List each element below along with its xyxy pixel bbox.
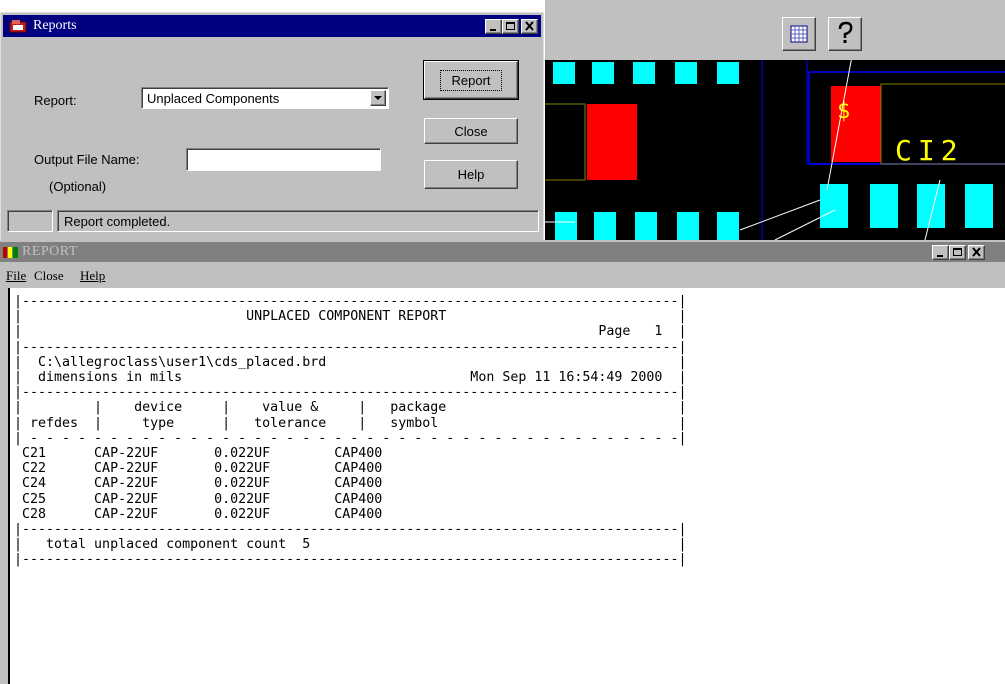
report-column-headers: | | device | value & | package | xyxy=(14,400,687,416)
report-label: Report: xyxy=(34,93,77,108)
report-rule: |---------------------------------------… xyxy=(14,552,687,568)
close-icon xyxy=(972,247,981,257)
table-row: C28 CAP-22UF 0.022UF CAP400 xyxy=(22,506,383,522)
reports-app-icon xyxy=(9,20,27,33)
pad xyxy=(917,184,945,228)
grid-icon xyxy=(790,25,808,43)
report-rule: |---------------------------------------… xyxy=(14,522,687,538)
report-file-path: | C:\allegroclass\user1\cds_placed.brd | xyxy=(14,354,687,370)
pad-red xyxy=(587,104,637,180)
report-text-area[interactable]: |---------------------------------------… xyxy=(8,288,1005,684)
help-question-icon xyxy=(838,21,853,43)
menu-help[interactable]: Help xyxy=(80,268,105,284)
minimize-icon xyxy=(490,29,496,31)
pad xyxy=(870,184,898,228)
grid-button[interactable] xyxy=(782,17,816,51)
report-minimize-button[interactable] xyxy=(932,245,949,260)
silkscreen-label: CI2 xyxy=(895,134,964,167)
output-file-label: Output File Name: xyxy=(34,152,140,167)
report-units-date: | dimensions in mils Mon Sep 11 16:54:49… xyxy=(14,370,687,386)
pad xyxy=(555,212,577,240)
pcb-canvas[interactable]: $ CI2 xyxy=(545,60,1005,240)
reports-dialog: Reports Report: Unplaced Components Outp… xyxy=(0,12,544,242)
reports-titlebar[interactable]: Reports xyxy=(3,15,541,37)
report-title: | UNPLACED COMPONENT REPORT | xyxy=(14,309,687,325)
status-message-box: Report completed. xyxy=(57,210,539,232)
report-close-button[interactable] xyxy=(968,245,985,260)
menu-help-label: Help xyxy=(80,268,106,283)
table-row: C25 CAP-22UF 0.022UF CAP400 xyxy=(22,491,383,507)
minimize-button[interactable] xyxy=(485,19,502,34)
pad xyxy=(820,184,848,228)
pad xyxy=(965,184,993,228)
close-button-label: Close xyxy=(454,123,488,139)
pcb-drawing: $ CI2 xyxy=(545,60,1005,240)
maximize-icon xyxy=(953,248,962,256)
pad xyxy=(677,212,699,240)
report-rule: |---------------------------------------… xyxy=(14,339,687,355)
report-total: | total unplaced component count 5 | xyxy=(14,537,687,553)
report-rule: | - - - - - - - - - - - - - - - - - - - … xyxy=(14,430,687,446)
report-window-title: REPORT xyxy=(22,244,78,259)
pad xyxy=(675,62,697,84)
close-icon xyxy=(525,21,534,31)
pcb-view: $ CI2 xyxy=(545,0,1005,240)
reports-title: Reports xyxy=(33,18,77,33)
pad-red xyxy=(831,86,881,162)
report-window: REPORT File Close Help |----------------… xyxy=(0,240,1005,684)
report-button[interactable]: Report xyxy=(423,60,519,100)
close-window-button[interactable] xyxy=(521,19,538,34)
report-titlebar[interactable]: REPORT xyxy=(0,242,1005,262)
pad xyxy=(717,212,739,240)
pad xyxy=(633,62,655,84)
report-content: |---------------------------------------… xyxy=(14,294,686,568)
maximize-button[interactable] xyxy=(502,19,519,34)
pad xyxy=(592,62,614,84)
pad xyxy=(553,62,575,84)
output-file-input[interactable] xyxy=(186,148,381,171)
menu-file[interactable]: File xyxy=(6,268,26,284)
report-column-headers: | refdes | type | tolerance | symbol | xyxy=(14,415,687,431)
report-menu-bar: File Close Help xyxy=(0,264,1005,286)
status-message: Report completed. xyxy=(64,214,171,229)
report-rule: |---------------------------------------… xyxy=(14,385,687,401)
pad xyxy=(635,212,657,240)
dropdown-button[interactable] xyxy=(370,90,386,106)
report-type-select[interactable]: Unplaced Components xyxy=(141,87,389,109)
help-button-label: Help xyxy=(457,167,485,182)
report-button-label: Report xyxy=(440,69,502,91)
close-button[interactable]: Close xyxy=(424,118,518,144)
help-tool-button[interactable] xyxy=(828,17,862,51)
pad xyxy=(717,62,739,84)
chevron-down-icon xyxy=(374,96,382,100)
report-app-icon xyxy=(3,247,18,258)
status-indicator xyxy=(7,210,53,232)
pcb-toolbar xyxy=(545,12,1005,60)
table-row: C21 CAP-22UF 0.022UF CAP400 xyxy=(22,446,383,462)
minimize-icon xyxy=(937,255,943,257)
help-button[interactable]: Help xyxy=(424,160,518,189)
maximize-icon xyxy=(506,22,515,30)
menu-close-label: Close xyxy=(34,268,64,283)
component-outline xyxy=(545,103,586,181)
menu-file-label: File xyxy=(6,268,27,283)
menu-close[interactable]: Close xyxy=(34,268,64,284)
report-page: | Page 1 | xyxy=(14,324,687,340)
table-row: C22 CAP-22UF 0.022UF CAP400 xyxy=(22,461,383,477)
optional-label: (Optional) xyxy=(49,179,107,194)
pad xyxy=(594,212,616,240)
table-row: C24 CAP-22UF 0.022UF CAP400 xyxy=(22,476,383,492)
report-maximize-button[interactable] xyxy=(949,245,966,260)
report-type-value: Unplaced Components xyxy=(147,91,280,106)
status-bar: Report completed. xyxy=(7,210,539,232)
report-rule: |---------------------------------------… xyxy=(14,294,687,309)
